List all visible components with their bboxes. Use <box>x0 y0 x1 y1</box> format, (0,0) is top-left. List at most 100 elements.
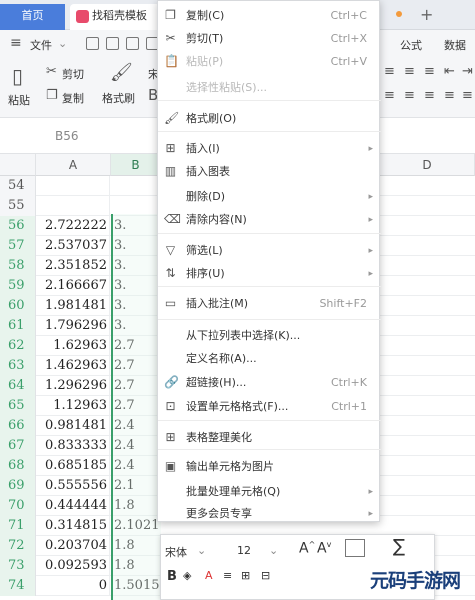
align-left-icon[interactable]: ≡ <box>384 88 395 103</box>
context-menu-item[interactable]: 🖌 格式刷(O) <box>158 108 381 130</box>
cell-a[interactable]: 0.314815 <box>36 516 110 536</box>
select-all-corner[interactable] <box>0 154 36 176</box>
row-header[interactable]: 74 <box>0 576 36 596</box>
sum-icon[interactable]: ∑ <box>393 536 405 557</box>
copy-button[interactable]: 复制 <box>62 90 84 106</box>
menu-formula[interactable]: 公式 <box>400 37 422 53</box>
distribute-icon[interactable]: ≡ <box>462 88 473 103</box>
cell-b[interactable] <box>112 196 160 216</box>
cell-a[interactable]: 1.296296 <box>36 376 110 396</box>
align-bottom-icon[interactable]: ≡ <box>424 64 435 79</box>
context-menu-item[interactable]: 批量处理单元格(Q) ▸ <box>158 481 381 503</box>
fill-color-icon[interactable]: ◈ <box>183 569 191 582</box>
cell-a[interactable]: 0.092593 <box>36 556 110 576</box>
cell-a[interactable] <box>36 196 110 216</box>
cell-b[interactable] <box>112 176 160 196</box>
font-increase-icon[interactable]: A^ <box>299 540 315 557</box>
row-header[interactable]: 56 <box>0 216 36 236</box>
context-menu-item[interactable]: 删除(D) ▸ <box>158 186 381 208</box>
context-menu-item[interactable]: ✂ 剪切(T) Ctrl+X <box>158 28 381 50</box>
row-header[interactable]: 73 <box>0 556 36 576</box>
row-header[interactable]: 58 <box>0 256 36 276</box>
column-header-a[interactable]: A <box>36 154 111 176</box>
cell-a[interactable] <box>36 176 110 196</box>
row-header[interactable]: 61 <box>0 316 36 336</box>
chevron-down-icon[interactable]: ⌄ <box>197 544 206 557</box>
cell-a[interactable]: 0.555556 <box>36 476 110 496</box>
align-middle-icon[interactable]: ≡ <box>404 64 415 79</box>
row-header[interactable]: 65 <box>0 396 36 416</box>
cell-a[interactable]: 1.62963 <box>36 336 110 356</box>
tab-home[interactable]: 首页 <box>0 4 65 30</box>
cell-a[interactable]: 0.981481 <box>36 416 110 436</box>
context-menu-item[interactable]: ⊞ 表格整理美化 <box>158 427 381 449</box>
row-header[interactable]: 69 <box>0 476 36 496</box>
row-header[interactable]: 70 <box>0 496 36 516</box>
chevron-down-icon[interactable]: ⌄ <box>269 544 278 557</box>
print-icon[interactable] <box>126 37 139 50</box>
font-size-select[interactable]: 12 <box>237 544 251 557</box>
align-top-icon[interactable]: ≡ <box>384 64 395 79</box>
font-color-icon[interactable]: A <box>205 569 213 582</box>
context-menu-item[interactable]: ❐ 复制(C) Ctrl+C <box>158 5 381 27</box>
row-header[interactable]: 67 <box>0 436 36 456</box>
new-tab-icon[interactable]: + <box>420 5 433 24</box>
context-menu-item[interactable]: ▽ 筛选(L) ▸ <box>158 240 381 262</box>
context-menu-item[interactable]: 更多会员专享 ▸ <box>158 503 381 525</box>
cell-a[interactable]: 1.981481 <box>36 296 110 316</box>
cut-button[interactable]: 剪切 <box>62 66 84 82</box>
format-painter-icon[interactable]: 🖌 <box>110 62 133 83</box>
cell-a[interactable]: 2.722222 <box>36 216 110 236</box>
row-header[interactable]: 71 <box>0 516 36 536</box>
row-header[interactable]: 55 <box>0 196 36 216</box>
align-center-icon[interactable]: ≡ <box>223 569 232 582</box>
font-name-select[interactable]: 宋体 <box>165 544 187 560</box>
save-icon[interactable] <box>86 37 99 50</box>
export-icon[interactable] <box>106 37 119 50</box>
border-icon[interactable]: ⊞ <box>241 569 250 582</box>
font-decrease-icon[interactable]: Av <box>317 540 331 557</box>
cell-a[interactable]: 0 <box>36 576 110 596</box>
align-center-icon[interactable]: ≡ <box>404 88 415 103</box>
context-menu-item[interactable]: ▭ 插入批注(M) Shift+F2 <box>158 293 381 315</box>
column-header-b[interactable]: B <box>111 154 161 176</box>
context-menu-item[interactable]: ▥ 插入图表 <box>158 161 381 183</box>
tab-template[interactable]: 找稻壳模板 <box>70 4 160 30</box>
merge-center-icon[interactable]: ⊟ <box>261 569 270 582</box>
column-header-d[interactable]: D <box>380 154 475 176</box>
context-menu-item[interactable]: 📋 粘贴(P) Ctrl+V <box>158 51 381 73</box>
context-menu-item[interactable]: 选择性粘贴(S)... <box>158 77 381 99</box>
bold-button[interactable]: B <box>167 569 177 584</box>
cell-a[interactable]: 0.444444 <box>36 496 110 516</box>
row-header[interactable]: 72 <box>0 536 36 556</box>
cell-a[interactable]: 1.796296 <box>36 316 110 336</box>
cell-a[interactable]: 0.203704 <box>36 536 110 556</box>
row-header[interactable]: 64 <box>0 376 36 396</box>
context-menu-item[interactable]: 从下拉列表中选择(K)... <box>158 325 381 347</box>
format-painter-button[interactable]: 格式刷 <box>102 90 135 106</box>
row-header[interactable]: 59 <box>0 276 36 296</box>
menu-data[interactable]: 数据 <box>444 37 466 53</box>
context-menu-item[interactable]: ▣ 输出单元格为图片 <box>158 456 381 478</box>
context-menu-item[interactable]: 定义名称(A)... <box>158 348 381 370</box>
cell-a[interactable]: 1.462963 <box>36 356 110 376</box>
indent-icon[interactable]: ⇤ <box>444 64 455 79</box>
row-header[interactable]: 54 <box>0 176 36 196</box>
align-right-icon[interactable]: ≡ <box>424 88 435 103</box>
justify-icon[interactable]: ≡ <box>444 88 455 103</box>
merge-cells-icon[interactable] <box>345 539 365 557</box>
row-header[interactable]: 66 <box>0 416 36 436</box>
copy-icon[interactable]: ❐ <box>46 88 58 103</box>
chevron-down-icon[interactable]: ⌄ <box>58 37 67 50</box>
context-menu-item[interactable]: ⊡ 设置单元格格式(F)... Ctrl+1 <box>158 396 381 418</box>
paste-icon[interactable]: ▯ <box>12 64 23 88</box>
cell-a[interactable]: 2.537037 <box>36 236 110 256</box>
cell-a[interactable]: 2.351852 <box>36 256 110 276</box>
scissors-icon[interactable]: ✂ <box>46 64 57 79</box>
name-box[interactable]: B56 <box>15 126 135 146</box>
cell-a[interactable]: 0.833333 <box>36 436 110 456</box>
row-header[interactable]: 63 <box>0 356 36 376</box>
row-header[interactable]: 62 <box>0 336 36 356</box>
context-menu-item[interactable]: ⊞ 插入(I) ▸ <box>158 138 381 160</box>
cell-a[interactable]: 0.685185 <box>36 456 110 476</box>
